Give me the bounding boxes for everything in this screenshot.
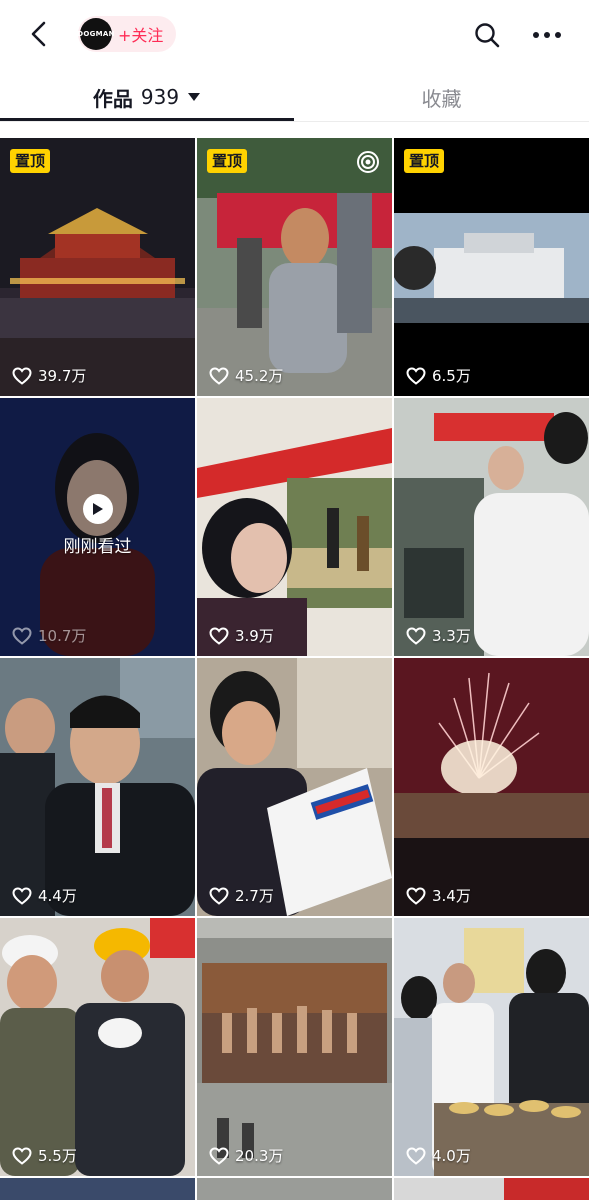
thumbnail-image	[0, 918, 195, 1176]
like-count-value: 5.5万	[38, 1147, 77, 1165]
pinned-badge: 置顶	[207, 149, 248, 173]
like-count-value: 4.4万	[38, 887, 77, 905]
more-icon	[533, 32, 561, 38]
like-count: 2.7万	[209, 885, 274, 906]
thumbnail-image	[394, 918, 589, 1176]
thumbnail-image	[394, 138, 589, 396]
like-count-value: 3.9万	[235, 627, 274, 645]
thumbnail-image	[394, 1178, 589, 1200]
like-count: 10.7万	[12, 625, 86, 646]
like-count-value: 6.5万	[432, 367, 471, 385]
heart-icon	[209, 626, 229, 645]
like-count: 4.4万	[12, 885, 77, 906]
thumbnail-image	[0, 1178, 195, 1200]
thumbnail-image	[0, 138, 195, 396]
like-count-value: 39.7万	[38, 367, 87, 385]
video-thumbnail[interactable]	[197, 1178, 392, 1200]
heart-icon	[209, 1146, 229, 1165]
tab-favorites-label: 收藏	[421, 86, 462, 111]
heart-icon	[209, 366, 229, 385]
tab-works[interactable]: 作品 939	[0, 72, 294, 122]
back-button[interactable]	[22, 18, 54, 50]
thumbnail-image	[197, 918, 392, 1176]
back-icon	[31, 21, 46, 47]
video-thumbnail[interactable]: 20.3万	[197, 918, 392, 1176]
tab-works-label: 作品	[92, 86, 133, 111]
like-count: 20.3万	[209, 1145, 283, 1166]
video-thumbnail[interactable]: 刚刚看过 10.7万	[0, 398, 195, 656]
more-button[interactable]	[530, 22, 564, 48]
like-count-value: 3.3万	[432, 627, 471, 645]
heart-icon	[406, 626, 426, 645]
video-thumbnail[interactable]	[394, 1178, 589, 1200]
heart-icon	[12, 626, 32, 645]
video-thumbnail[interactable]: 2.7万	[197, 658, 392, 916]
heart-icon	[406, 886, 426, 905]
like-count: 3.9万	[209, 625, 274, 646]
tab-works-count: 939	[140, 85, 180, 109]
tab-favorites[interactable]: 收藏	[294, 72, 589, 122]
profile-tabs: 作品 939 收藏	[0, 72, 589, 122]
like-count: 45.2万	[209, 365, 283, 386]
avatar-logo-text: DOGMAN	[77, 30, 115, 38]
thumbnail-image	[394, 658, 589, 916]
top-bar: DOGMAN +关注	[0, 0, 589, 72]
thumbnail-image	[197, 138, 392, 396]
video-thumbnail[interactable]: 5.5万	[0, 918, 195, 1176]
pinned-badge: 置顶	[10, 149, 51, 173]
video-thumbnail[interactable]: 3.9万	[197, 398, 392, 656]
heart-icon	[12, 1146, 32, 1165]
author-follow-pill[interactable]: DOGMAN +关注	[77, 16, 176, 52]
heart-icon	[12, 366, 32, 385]
video-thumbnail[interactable]: 3.4万	[394, 658, 589, 916]
video-thumbnail[interactable]: 4.0万	[394, 918, 589, 1176]
thumbnail-image	[197, 1178, 392, 1200]
like-count-value: 10.7万	[38, 627, 87, 645]
thumbnail-image	[0, 658, 195, 916]
search-icon[interactable]	[472, 20, 502, 50]
heart-icon	[406, 1146, 426, 1165]
like-count-value: 2.7万	[235, 887, 274, 905]
recently-watched-overlay: 刚刚看过	[0, 494, 195, 557]
heart-icon	[12, 886, 32, 905]
thumbnail-image	[197, 658, 392, 916]
video-thumbnail[interactable]: 置顶 6.5万	[394, 138, 589, 396]
like-count: 5.5万	[12, 1145, 77, 1166]
like-count: 3.3万	[406, 625, 471, 646]
like-count: 39.7万	[12, 365, 86, 386]
like-count-value: 45.2万	[235, 367, 284, 385]
caret-down-icon[interactable]	[187, 92, 201, 102]
follow-button[interactable]: +关注	[118, 22, 163, 46]
recently-watched-label: 刚刚看过	[63, 537, 132, 557]
avatar[interactable]: DOGMAN	[77, 18, 115, 50]
pinned-badge: 置顶	[404, 149, 445, 173]
like-count-value: 4.0万	[432, 1147, 471, 1165]
like-count: 3.4万	[406, 885, 471, 906]
play-button[interactable]	[82, 494, 113, 524]
heart-icon	[209, 886, 229, 905]
video-thumbnail[interactable]: 置顶 45.2万	[197, 138, 392, 396]
video-thumbnail[interactable]	[0, 1178, 195, 1200]
video-thumbnail[interactable]: 置顶 39.7万	[0, 138, 195, 396]
live-icon	[357, 151, 379, 173]
video-thumbnail[interactable]: 4.4万	[0, 658, 195, 916]
like-count: 4.0万	[406, 1145, 471, 1166]
thumbnail-image	[394, 398, 589, 656]
thumbnail-image	[197, 398, 392, 656]
like-count-value: 20.3万	[235, 1147, 284, 1165]
like-count: 6.5万	[406, 365, 471, 386]
video-thumbnail[interactable]: 3.3万	[394, 398, 589, 656]
play-icon	[92, 503, 103, 515]
heart-icon	[406, 366, 426, 385]
like-count-value: 3.4万	[432, 887, 471, 905]
tab-divider	[0, 121, 589, 122]
